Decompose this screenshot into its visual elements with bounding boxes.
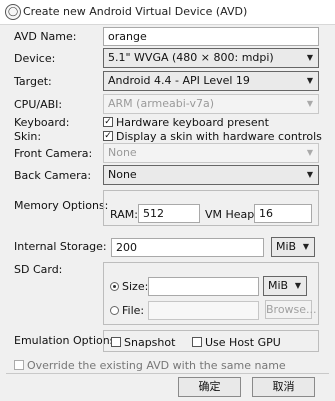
window-title: Create new Android Virtual Device (AVD) [23, 5, 248, 18]
internal-storage-input[interactable]: 200 [111, 238, 264, 257]
front-camera-select: None ▼ [103, 143, 319, 163]
snapshot-label: Snapshot [124, 336, 176, 349]
keyboard-label: Keyboard: [14, 116, 70, 129]
sd-size-unit-value: MiB [268, 279, 289, 292]
cancel-button[interactable]: 取消 [252, 377, 315, 397]
chevron-down-icon: ▼ [306, 76, 313, 85]
chevron-down-icon: ▼ [294, 281, 301, 290]
front-camera-select-value: None [108, 146, 137, 159]
back-camera-select-value: None [108, 168, 137, 181]
host-gpu-checkbox[interactable] [192, 337, 202, 347]
back-camera-select[interactable]: None ▼ [103, 165, 319, 185]
vm-heap-input[interactable]: 16 [254, 204, 312, 223]
cpu-abi-label: CPU/ABI: [14, 98, 63, 111]
back-camera-label: Back Camera: [14, 169, 92, 182]
chevron-down-icon: ▼ [306, 148, 313, 157]
sd-size-input[interactable] [148, 277, 259, 296]
cpu-abi-select-value: ARM (armeabi-v7a) [108, 97, 214, 110]
device-select-value: 5.1" WVGA (480 × 800: mdpi) [108, 51, 274, 64]
sd-file-input [148, 301, 259, 320]
ok-button[interactable]: 确定 [178, 377, 241, 397]
target-select[interactable]: Android 4.4 - API Level 19 ▼ [103, 71, 319, 91]
skin-option-label: Display a skin with hardware controls [116, 130, 322, 143]
avd-name-label: AVD Name: [14, 30, 77, 43]
sd-file-label: File: [122, 304, 145, 317]
chevron-down-icon: ▼ [306, 53, 313, 62]
skin-label: Skin: [14, 130, 42, 143]
cpu-abi-select: ARM (armeabi-v7a) ▼ [103, 94, 319, 114]
button-bar-divider [6, 373, 329, 374]
target-select-value: Android 4.4 - API Level 19 [108, 74, 250, 87]
host-gpu-label: Use Host GPU [205, 336, 281, 349]
front-camera-label: Front Camera: [14, 147, 93, 160]
keyboard-checkbox[interactable]: ✓ [103, 117, 113, 127]
device-label: Device: [14, 52, 56, 65]
sd-size-unit-select[interactable]: MiB ▼ [263, 276, 307, 296]
target-label: Target: [14, 75, 52, 88]
vm-heap-label: VM Heap: [205, 208, 258, 221]
memory-options-label: Memory Options: [14, 199, 109, 212]
internal-storage-label: Internal Storage: [14, 240, 107, 253]
chevron-down-icon: ▼ [302, 242, 309, 251]
ram-label: RAM: [110, 208, 138, 221]
internal-storage-unit-select[interactable]: MiB ▼ [271, 237, 315, 257]
sd-card-label: SD Card: [14, 263, 63, 276]
title-bar: ◯ Create new Android Virtual Device (AVD… [0, 0, 335, 25]
chevron-down-icon: ▼ [306, 170, 313, 179]
browse-button: Browse... [265, 300, 317, 319]
sd-file-radio[interactable] [110, 306, 119, 315]
snapshot-checkbox[interactable] [111, 337, 121, 347]
chevron-down-icon: ▼ [306, 99, 313, 108]
skin-checkbox[interactable]: ✓ [103, 131, 113, 141]
override-label: Override the existing AVD with the same … [27, 359, 286, 372]
ram-input[interactable]: 512 [138, 204, 200, 223]
override-checkbox [14, 360, 24, 370]
device-select[interactable]: 5.1" WVGA (480 × 800: mdpi) ▼ [103, 48, 319, 68]
keyboard-option-label: Hardware keyboard present [116, 116, 269, 129]
sd-size-label: Size: [122, 280, 149, 293]
internal-storage-unit-value: MiB [276, 240, 297, 253]
avd-name-input[interactable]: orange [103, 27, 319, 46]
sd-size-radio[interactable] [110, 282, 119, 291]
android-sdk-icon: ◯ [5, 4, 21, 20]
